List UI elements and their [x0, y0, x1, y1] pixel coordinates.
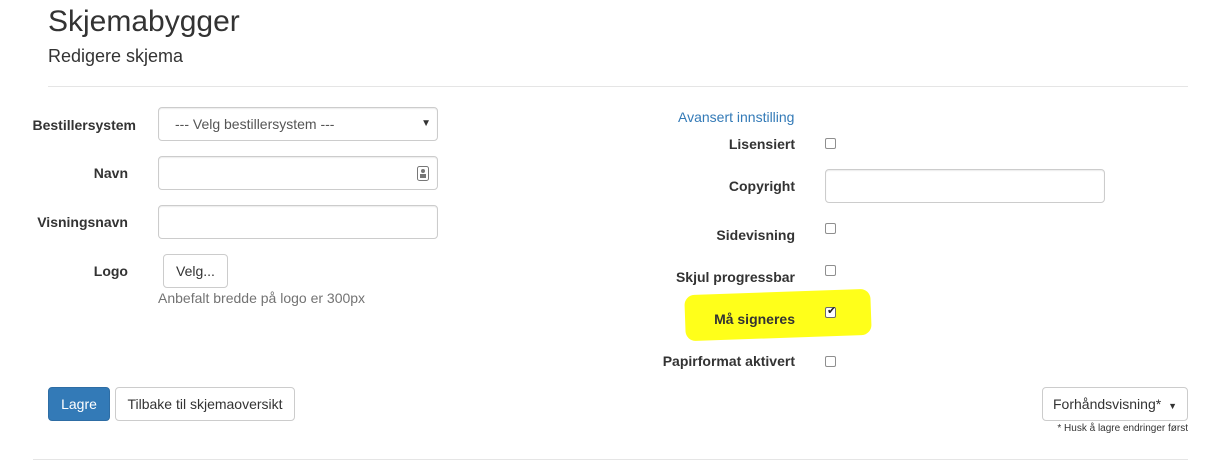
logo-help-text: Anbefalt bredde på logo er 300px	[158, 290, 366, 306]
ma-signeres-label: Må signeres	[714, 311, 795, 327]
sidevisning-checkbox[interactable]	[825, 223, 836, 234]
papirformat-label: Papirformat aktivert	[662, 353, 795, 369]
skjul-progressbar-checkbox[interactable]	[825, 265, 836, 276]
caret-down-icon: ▼	[1168, 401, 1177, 411]
contact-card-icon	[417, 166, 429, 181]
navn-label: Navn	[93, 165, 128, 181]
papirformat-checkbox[interactable]	[825, 356, 836, 367]
bestillersystem-label: Bestillersystem	[32, 117, 136, 133]
divider	[48, 86, 1188, 87]
save-button[interactable]: Lagre	[48, 387, 110, 421]
logo-choose-button[interactable]: Velg...	[163, 254, 228, 288]
preview-button-label: Forhåndsvisning*	[1053, 396, 1162, 412]
sidevisning-label: Sidevisning	[716, 227, 795, 243]
chevron-down-icon: ▼	[421, 118, 431, 129]
page-title: Skjemabygger	[48, 5, 240, 38]
preview-dropdown-button[interactable]: Forhåndsvisning* ▼	[1042, 387, 1188, 421]
ma-signeres-checkbox[interactable]: ✔	[825, 305, 837, 318]
visningsnavn-label: Visningsnavn	[37, 214, 128, 230]
lisensiert-label: Lisensiert	[728, 136, 795, 152]
visningsnavn-field[interactable]	[158, 205, 438, 239]
logo-label: Logo	[93, 263, 128, 279]
copyright-label: Copyright	[728, 178, 795, 194]
divider	[33, 459, 1188, 460]
lisensiert-checkbox[interactable]	[825, 138, 836, 149]
skjul-progressbar-label: Skjul progressbar	[675, 269, 795, 285]
checkmark-icon: ✔	[827, 305, 837, 317]
copyright-field[interactable]	[825, 169, 1105, 203]
navn-field[interactable]	[158, 156, 438, 190]
bestillersystem-select[interactable]: --- Velg bestillersystem --- ▼	[158, 107, 438, 141]
back-to-overview-button[interactable]: Tilbake til skjemaoversikt	[115, 387, 295, 421]
preview-note: * Husk å lagre endringer først	[1057, 423, 1188, 434]
bestillersystem-selected-value: --- Velg bestillersystem ---	[175, 116, 335, 132]
advanced-settings-link[interactable]: Avansert innstilling	[678, 109, 794, 125]
page-subtitle: Redigere skjema	[48, 46, 184, 66]
